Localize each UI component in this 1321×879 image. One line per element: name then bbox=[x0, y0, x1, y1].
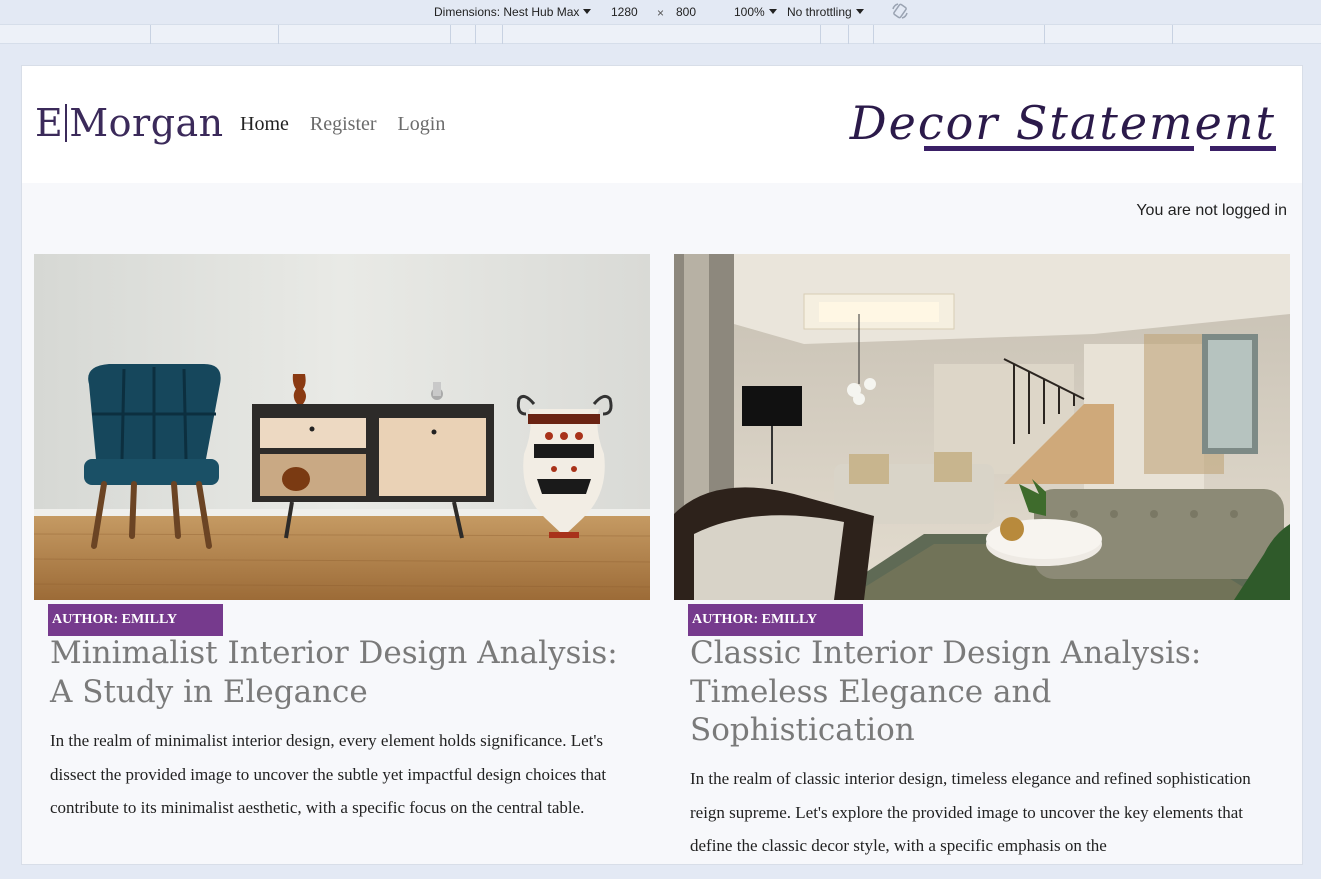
chevron-down-icon bbox=[855, 9, 864, 14]
device-select[interactable]: Dimensions: Nest Hub Max bbox=[434, 5, 592, 19]
post-card: AUTHOR: EMILLY Minimalist Interior Desig… bbox=[34, 254, 650, 817]
zoom-label: 100% bbox=[734, 5, 765, 19]
dimension-separator: × bbox=[657, 6, 665, 20]
nav-login-link[interactable]: Login bbox=[398, 113, 446, 135]
throttle-label: No throttling bbox=[787, 5, 852, 19]
throttle-select[interactable]: No throttling bbox=[787, 5, 864, 19]
post-card: AUTHOR: EMILLY Classic Interior Design A… bbox=[674, 254, 1290, 855]
site-logo[interactable]: E Morgan bbox=[35, 99, 224, 147]
height-input[interactable]: 800 bbox=[676, 5, 696, 19]
chevron-down-icon bbox=[768, 9, 777, 14]
page-viewport: E Morgan Home Register Login Decor Statem… bbox=[21, 65, 1303, 865]
zoom-select[interactable]: 100% bbox=[734, 5, 777, 19]
media-query-ruler bbox=[0, 24, 1321, 44]
post-image[interactable] bbox=[674, 254, 1290, 600]
main-nav: Home Register Login bbox=[240, 113, 461, 136]
nav-home-link[interactable]: Home bbox=[240, 113, 289, 135]
device-label: Dimensions: Nest Hub Max bbox=[434, 5, 580, 19]
rotate-icon[interactable] bbox=[891, 2, 909, 20]
logo-name: Morgan bbox=[69, 101, 224, 145]
width-input[interactable]: 1280 bbox=[611, 5, 638, 19]
nav-register-link[interactable]: Register bbox=[310, 113, 377, 135]
site-header: E Morgan Home Register Login Decor Statem… bbox=[22, 66, 1302, 183]
chevron-down-icon bbox=[583, 9, 592, 14]
post-image[interactable] bbox=[34, 254, 650, 600]
devtools-device-toolbar: Dimensions: Nest Hub Max 1280 × 800 100%… bbox=[0, 0, 1321, 24]
post-title[interactable]: Classic Interior Design Analysis: Timele… bbox=[690, 634, 1280, 750]
author-badge: AUTHOR: EMILLY bbox=[48, 604, 223, 636]
login-status: You are not logged in bbox=[1136, 202, 1287, 219]
logo-letter: E bbox=[35, 101, 64, 145]
post-excerpt: In the realm of classic interior design,… bbox=[690, 769, 1251, 855]
brand-title: Decor Statement bbox=[849, 96, 1276, 150]
author-badge: AUTHOR: EMILLY bbox=[688, 604, 863, 636]
post-excerpt: In the realm of minimalist interior desi… bbox=[50, 731, 607, 817]
brand-underline bbox=[924, 146, 1276, 152]
post-title[interactable]: Minimalist Interior Design Analysis: A S… bbox=[50, 634, 640, 711]
logo-divider bbox=[65, 104, 68, 142]
